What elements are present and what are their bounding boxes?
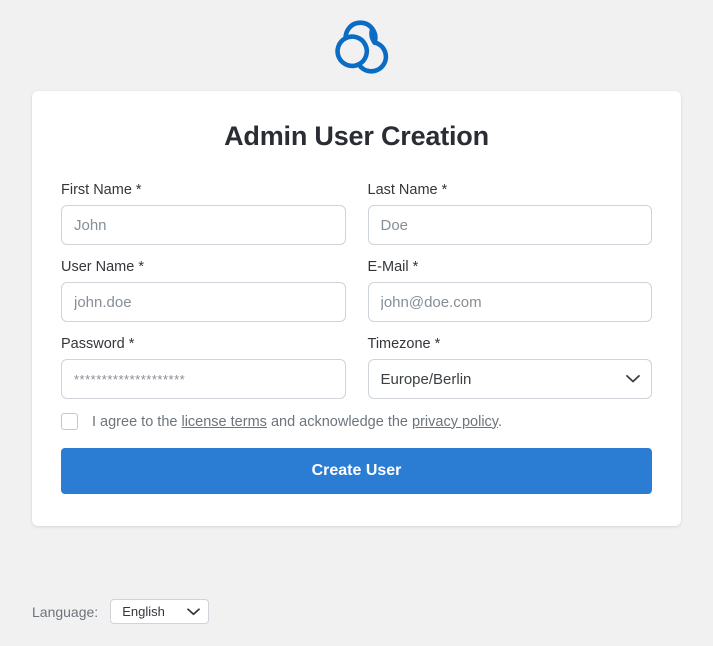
form-row-names: First Name * Last Name * xyxy=(61,182,652,245)
timezone-selected-value: Europe/Berlin xyxy=(380,370,472,388)
timezone-label: Timezone * xyxy=(367,336,441,352)
timezone-select-wrap: Europe/Berlin xyxy=(367,359,652,399)
language-label: Language: xyxy=(32,603,99,620)
field-timezone: Timezone * Europe/Berlin xyxy=(367,336,652,399)
terms-checkbox[interactable] xyxy=(61,413,78,430)
consent-text-middle: and acknowledge the xyxy=(270,413,408,430)
brand-logo xyxy=(0,0,713,91)
user-name-label: User Name * xyxy=(61,259,144,275)
consent-row: I agree to the license terms and acknowl… xyxy=(61,413,652,430)
field-password: Password * xyxy=(61,336,346,399)
language-footer: Language: English xyxy=(32,599,210,624)
language-select[interactable]: English xyxy=(110,599,210,624)
trefoil-clouds-logo-icon xyxy=(334,19,388,74)
language-select-wrap: English xyxy=(110,599,210,624)
form-row-security: Password * Timezone * Europe/Berlin xyxy=(61,336,652,399)
email-input[interactable] xyxy=(367,282,652,322)
first-name-input[interactable] xyxy=(61,205,346,245)
timezone-select[interactable]: Europe/Berlin xyxy=(367,359,652,399)
consent-text-before: I agree to the xyxy=(92,413,178,430)
page-title: Admin User Creation xyxy=(224,121,489,151)
last-name-input[interactable] xyxy=(367,205,652,245)
license-terms-link[interactable]: license terms xyxy=(181,414,266,430)
password-label: Password * xyxy=(61,336,135,352)
privacy-policy-link[interactable]: privacy policy xyxy=(412,414,498,430)
last-name-label: Last Name * xyxy=(367,182,448,198)
field-last-name: Last Name * xyxy=(367,182,652,245)
user-name-input[interactable] xyxy=(61,282,346,322)
consent-text-after: . xyxy=(497,413,503,430)
admin-user-creation-card: Admin User Creation First Name * Last Na… xyxy=(32,91,681,526)
consent-text: I agree to the license terms and acknowl… xyxy=(92,414,502,430)
first-name-label: First Name * xyxy=(61,182,142,198)
form-row-account: User Name * E-Mail * xyxy=(61,259,652,322)
field-email: E-Mail * xyxy=(367,259,652,322)
password-input[interactable] xyxy=(61,359,346,399)
field-first-name: First Name * xyxy=(61,182,346,245)
field-user-name: User Name * xyxy=(61,259,346,322)
language-selected-value: English xyxy=(122,604,165,619)
create-user-button[interactable]: Create User xyxy=(61,448,652,494)
email-label: E-Mail * xyxy=(367,259,419,275)
